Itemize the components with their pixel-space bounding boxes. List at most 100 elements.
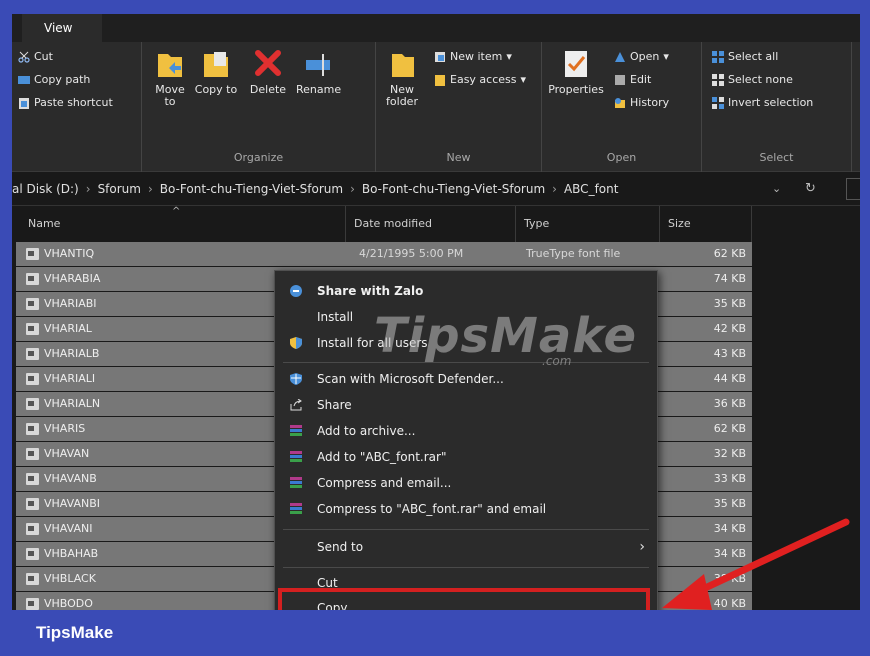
- paste-shortcut-button[interactable]: Paste shortcut: [18, 96, 113, 109]
- open-icon: [615, 51, 625, 62]
- delete-button[interactable]: Delete: [246, 48, 290, 96]
- invert-selection-button[interactable]: Invert selection: [712, 96, 813, 109]
- menu-item-compress-to-rar-and-email[interactable]: Compress to "ABC_font.rar" and email: [275, 497, 657, 521]
- menu-item-label: Scan with Microsoft Defender...: [317, 372, 504, 386]
- edit-icon: [615, 74, 625, 85]
- select-none-button[interactable]: Select none: [712, 73, 793, 86]
- select-group: Select all Select none Invert selection …: [702, 42, 852, 172]
- properties-label: Properties: [548, 83, 604, 96]
- menu-item-label: Install: [317, 310, 354, 324]
- properties-button[interactable]: Properties: [548, 48, 604, 96]
- submenu-arrow-icon: ›: [639, 539, 645, 555]
- menu-item-compress-and-email[interactable]: Compress and email...: [275, 471, 657, 495]
- column-header-size[interactable]: Size: [660, 206, 752, 242]
- file-explorer-window: View Cut Copy path Paste shortcut Move t…: [12, 14, 860, 610]
- breadcrumb-item[interactable]: ABC_font: [564, 182, 619, 196]
- file-name: VHARIABI: [44, 297, 97, 310]
- menu-item-share-with-zalo[interactable]: Share with Zalo: [275, 279, 657, 303]
- file-name: VHARIALB: [44, 347, 100, 360]
- edit-button[interactable]: Edit: [614, 73, 651, 86]
- file-size: 62 KB: [713, 422, 746, 435]
- file-name: VHAVANB: [44, 472, 97, 485]
- search-box-edge[interactable]: [846, 178, 860, 200]
- column-header-date[interactable]: Date modified: [346, 206, 516, 242]
- font-file-icon: [26, 248, 39, 260]
- new-item-button[interactable]: New item ▾: [434, 50, 512, 63]
- column-header-name[interactable]: Name: [20, 206, 346, 242]
- share-icon: [290, 399, 302, 411]
- new-item-label: New item: [450, 50, 503, 63]
- font-file-icon: [26, 323, 39, 335]
- easy-access-button[interactable]: Easy access ▾: [434, 73, 526, 86]
- file-size: 74 KB: [713, 272, 746, 285]
- breadcrumb-separator-icon: ›: [147, 182, 153, 196]
- winrar-icon: [290, 451, 302, 462]
- menu-item-share[interactable]: Share: [275, 393, 657, 417]
- menu-separator: [283, 567, 649, 568]
- history-label: History: [630, 96, 670, 109]
- cut-label: Cut: [34, 50, 53, 63]
- select-none-label: Select none: [728, 73, 793, 86]
- file-size: 36 KB: [713, 397, 746, 410]
- invert-selection-label: Invert selection: [728, 96, 814, 109]
- rename-label: Rename: [296, 83, 342, 96]
- new-folder-button[interactable]: New folder: [380, 48, 424, 108]
- copy-to-label: Copy to: [194, 83, 238, 96]
- rename-button[interactable]: Rename: [296, 48, 342, 96]
- edit-label: Edit: [630, 73, 652, 86]
- open-button[interactable]: Open ▾: [614, 50, 669, 63]
- font-file-icon: [26, 423, 39, 435]
- font-file-icon: [26, 598, 39, 610]
- tab-view[interactable]: View: [22, 14, 102, 42]
- menu-separator: [283, 529, 649, 530]
- file-name: VHARIAL: [44, 322, 92, 335]
- menu-item-label: Share: [317, 398, 352, 412]
- menu-item-scan-defender[interactable]: Scan with Microsoft Defender...: [275, 367, 657, 391]
- table-row[interactable]: VHANTIQ 4/21/1995 5:00 PM TrueType font fi…: [16, 242, 752, 266]
- red-arrow-icon: [662, 518, 850, 610]
- refresh-icon[interactable]: ↻: [805, 172, 816, 206]
- new-folder-icon: [392, 54, 414, 77]
- open-group: Properties Open ▾ Edit History Open: [542, 42, 702, 172]
- zalo-icon: [290, 285, 302, 297]
- address-bar[interactable]: al Disk (D:) › Sforum › Bo-Font-chu-Tieng-Vi…: [12, 172, 860, 206]
- menu-item-add-to-archive[interactable]: Add to archive...: [275, 419, 657, 443]
- copy-path-button[interactable]: Copy path: [18, 73, 90, 86]
- copy-to-button[interactable]: Copy to: [194, 48, 238, 96]
- font-file-icon: [26, 348, 39, 360]
- breadcrumb-item[interactable]: Sforum: [98, 182, 141, 196]
- breadcrumb-item[interactable]: al Disk (D:): [12, 182, 79, 196]
- paste-shortcut-label: Paste shortcut: [34, 96, 113, 109]
- clipboard-group: Cut Copy path Paste shortcut: [12, 42, 142, 172]
- menu-item-add-to-rar[interactable]: Add to "ABC_font.rar": [275, 445, 657, 469]
- watermark-text: TipsMake: [374, 308, 638, 364]
- menu-item-label: Add to archive...: [317, 424, 416, 438]
- select-all-button[interactable]: Select all: [712, 50, 778, 63]
- address-history-chevron-icon[interactable]: ⌄: [772, 172, 781, 206]
- new-item-dropdown-icon: ▾: [506, 50, 512, 63]
- column-header-type[interactable]: Type: [516, 206, 660, 242]
- organize-group-label: Organize: [233, 151, 284, 164]
- file-name: VHARIALI: [44, 372, 96, 385]
- column-headers: Name ^ Date modified Type Size: [12, 206, 860, 242]
- admin-shield-icon: [290, 337, 302, 349]
- new-item-icon: [435, 51, 445, 62]
- scissors-icon: [18, 51, 30, 63]
- breadcrumb-item[interactable]: Bo-Font-chu-Tieng-Viet-Sforum: [160, 182, 343, 196]
- open-group-label: Open: [606, 151, 637, 164]
- history-button[interactable]: History: [614, 96, 669, 109]
- copy-path-icon: [18, 75, 30, 84]
- file-name: VHBODO: [44, 597, 93, 610]
- new-group-label: New: [446, 151, 471, 164]
- file-type: TrueType font file: [526, 247, 621, 260]
- menu-item-label: Add to "ABC_font.rar": [317, 450, 447, 464]
- copy-highlight-box: [278, 588, 650, 610]
- ribbon-tab-strip: View: [12, 14, 860, 42]
- font-file-icon: [26, 498, 39, 510]
- cut-button[interactable]: Cut: [18, 50, 53, 63]
- breadcrumb-item[interactable]: Bo-Font-chu-Tieng-Viet-Sforum: [362, 182, 545, 196]
- breadcrumb: al Disk (D:) › Sforum › Bo-Font-chu-Tieng-Vi…: [12, 172, 618, 206]
- move-to-button[interactable]: Move to: [148, 48, 192, 108]
- font-file-icon: [26, 398, 39, 410]
- menu-item-send-to[interactable]: Send to ›: [275, 535, 657, 559]
